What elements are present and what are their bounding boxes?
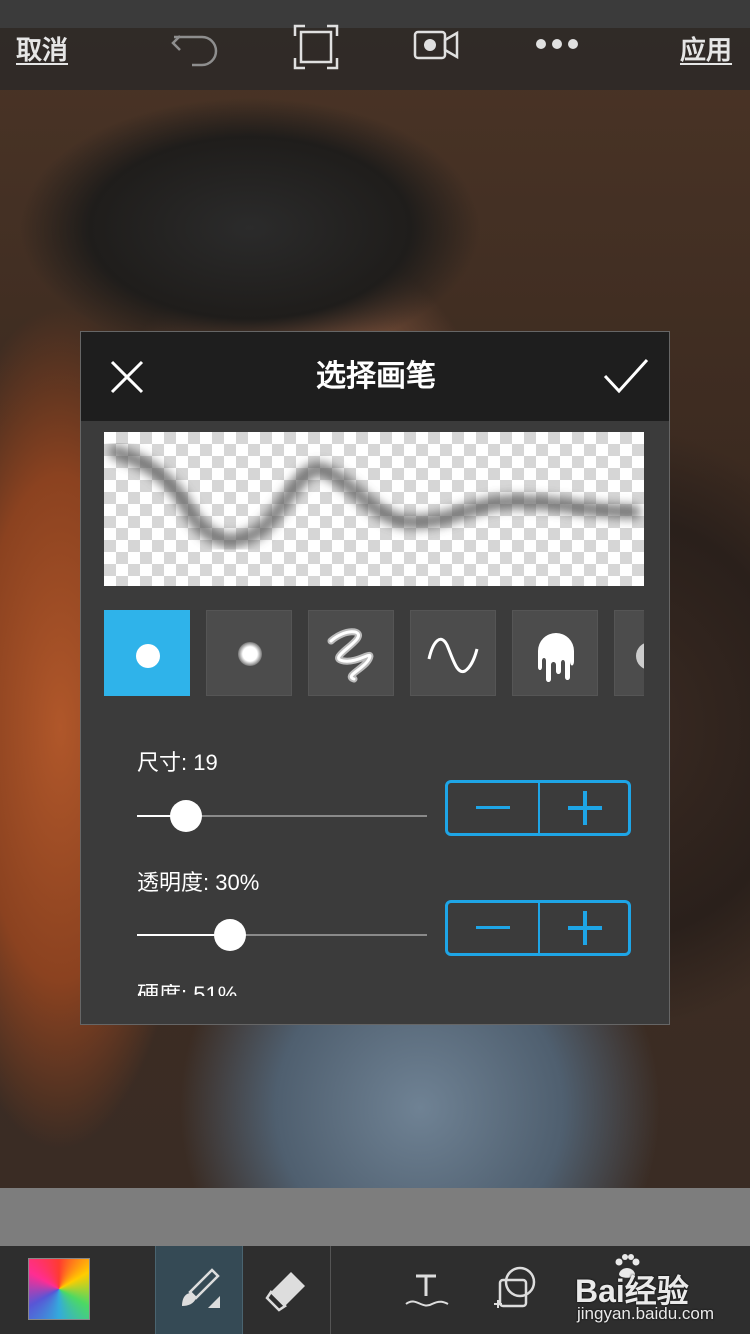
color-wheel-button[interactable]: [28, 1258, 90, 1320]
size-decrease-button[interactable]: [448, 783, 538, 833]
minus-icon: [476, 926, 510, 929]
size-label: 尺寸: 19: [137, 750, 218, 775]
more-icon[interactable]: [535, 38, 579, 50]
opacity-increase-button[interactable]: [540, 903, 630, 953]
plus-icon: [568, 911, 602, 945]
size-stepper: [445, 780, 631, 836]
brush-solid-round[interactable]: [104, 610, 190, 696]
minus-icon: [476, 806, 510, 809]
eraser-icon: [265, 1272, 305, 1312]
apply-button[interactable]: 应用: [680, 30, 732, 67]
soft-round-brush-icon: [238, 642, 262, 666]
wave-line-brush-icon: [427, 637, 479, 674]
circle-brush-icon: [636, 643, 644, 669]
brush-neon-scribble[interactable]: [308, 610, 394, 696]
crop-frame-icon[interactable]: [293, 24, 339, 70]
baidu-watermark: Bai经验 jingyan.baidu.com: [575, 1250, 745, 1330]
size-increase-button[interactable]: [540, 783, 630, 833]
brush-icon: [182, 1268, 220, 1308]
eraser-tool-button[interactable]: [243, 1246, 331, 1334]
watermark-line2: jingyan.baidu.com: [577, 1304, 715, 1323]
cancel-button[interactable]: 取消: [16, 30, 68, 67]
brush-picker-dialog: 选择画笔 尺寸: 19 透明度: 30%: [80, 331, 670, 1025]
brush-stroke-preview: [109, 445, 641, 548]
brush-tool-button[interactable]: [155, 1246, 243, 1334]
canvas-bottom-strip: [0, 1188, 750, 1246]
neon-scribble-brush-icon: [327, 628, 374, 683]
opacity-decrease-button[interactable]: [448, 903, 538, 953]
plus-icon: [568, 791, 602, 825]
solid-round-brush-icon: [136, 644, 160, 668]
hardness-label: 硬度: 51%: [137, 984, 237, 996]
text-tool-icon[interactable]: [402, 1270, 450, 1310]
brush-soft-round[interactable]: [206, 610, 292, 696]
brush-list: [104, 610, 644, 698]
brush-drip[interactable]: [512, 610, 598, 696]
opacity-label: 透明度: 30%: [137, 870, 260, 895]
status-bar: [0, 0, 750, 28]
size-slider-thumb[interactable]: [170, 800, 203, 832]
dialog-title: 选择画笔: [316, 360, 436, 393]
opacity-slider-thumb[interactable]: [213, 919, 246, 951]
brush-preview: [104, 432, 644, 586]
video-record-icon[interactable]: [413, 30, 459, 62]
top-toolbar: [0, 28, 750, 90]
brush-circle-partial[interactable]: [614, 610, 644, 696]
undo-icon[interactable]: [170, 24, 224, 68]
drip-brush-icon: [538, 633, 574, 682]
confirm-check-icon[interactable]: [603, 358, 649, 394]
opacity-stepper: [445, 900, 631, 956]
size-slider[interactable]: [137, 800, 427, 832]
opacity-slider[interactable]: [137, 919, 427, 951]
brush-wave-line[interactable]: [410, 610, 496, 696]
shape-tool-icon[interactable]: [490, 1264, 540, 1314]
